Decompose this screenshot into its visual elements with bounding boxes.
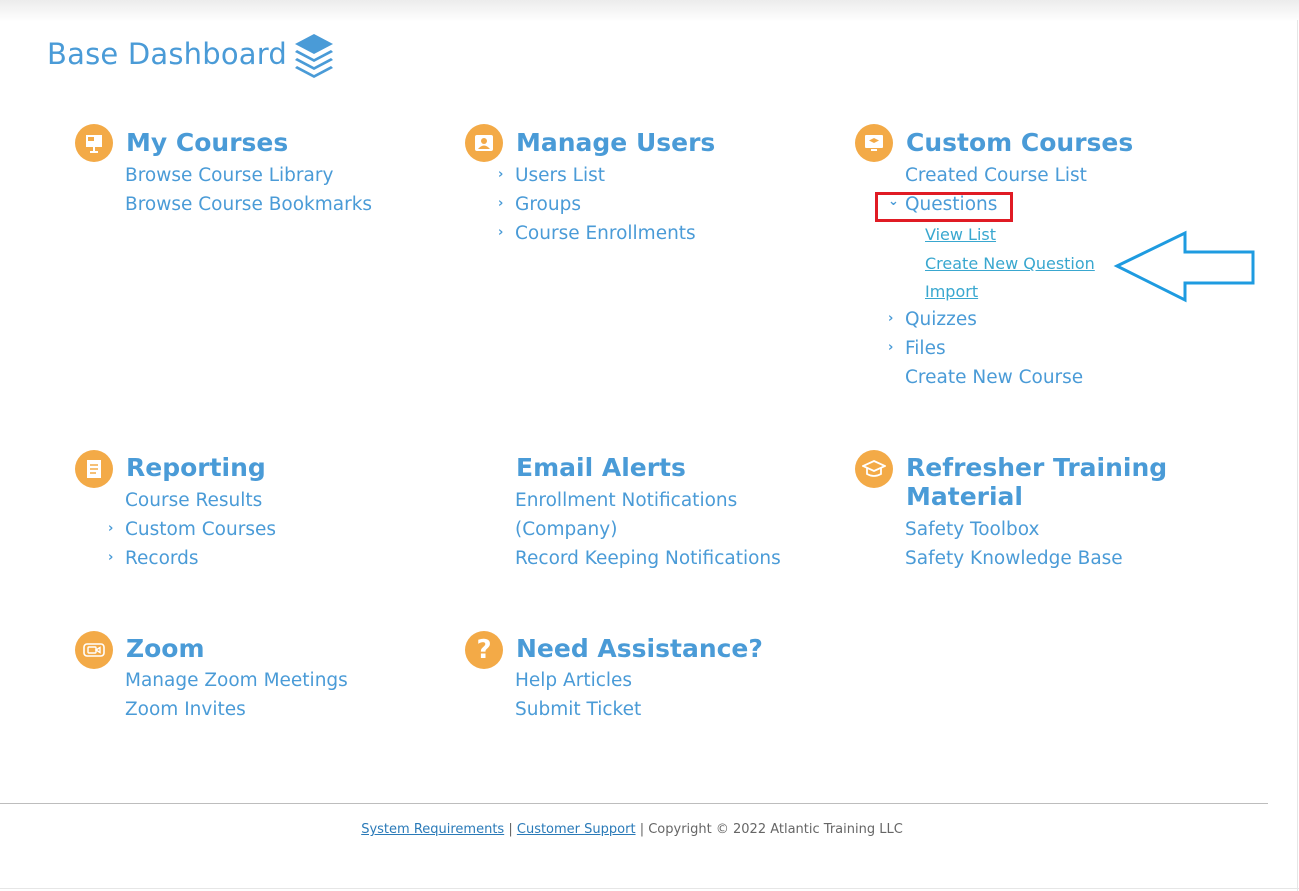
arrow-left-icon — [1113, 230, 1255, 303]
my-courses-title[interactable]: My Courses — [126, 128, 288, 157]
enrollment-notifications-link-cont[interactable]: (Company) — [515, 515, 617, 544]
refresher-title-line1[interactable]: Refresher Training — [906, 453, 1167, 482]
safety-toolbox-link[interactable]: Safety Toolbox — [905, 515, 1039, 544]
need-assistance-title[interactable]: Need Assistance? — [516, 634, 763, 663]
custom-courses-title[interactable]: Custom Courses — [906, 128, 1133, 157]
submit-ticket-link[interactable]: Submit Ticket — [515, 695, 641, 724]
create-new-course-link[interactable]: Create New Course — [905, 363, 1083, 392]
questions-link[interactable]: Questions — [905, 190, 997, 219]
chevron-right-icon[interactable]: › — [108, 521, 113, 536]
chevron-right-icon[interactable]: › — [108, 550, 113, 565]
chevron-right-icon[interactable]: › — [888, 340, 893, 355]
browse-course-bookmarks-link[interactable]: Browse Course Bookmarks — [125, 190, 372, 219]
created-course-list-link[interactable]: Created Course List — [905, 161, 1087, 190]
records-link[interactable]: Records — [125, 544, 199, 573]
course-enrollments-link[interactable]: Course Enrollments — [515, 219, 696, 248]
video-camera-icon — [75, 631, 113, 669]
view-list-link[interactable]: View List — [925, 220, 996, 249]
copyright-text: Copyright © 2022 Atlantic Training LLC — [648, 822, 903, 837]
footer-separator: | — [639, 822, 645, 837]
create-new-question-link[interactable]: Create New Question — [925, 249, 1095, 278]
graduation-cap-icon — [855, 450, 893, 488]
customer-support-link[interactable]: Customer Support — [517, 822, 636, 837]
chevron-down-icon[interactable]: ⌄ — [888, 194, 899, 209]
import-link[interactable]: Import — [925, 277, 978, 306]
record-keeping-notifications-link[interactable]: Record Keeping Notifications — [515, 544, 781, 573]
zoom-title[interactable]: Zoom — [126, 634, 205, 663]
report-document-icon — [75, 450, 113, 488]
footer-divider — [0, 803, 1268, 804]
user-card-icon — [465, 124, 503, 162]
chevron-right-icon[interactable]: › — [498, 225, 503, 240]
chevron-right-icon[interactable]: › — [888, 311, 893, 326]
footer-separator: | — [508, 822, 513, 837]
email-alerts-title[interactable]: Email Alerts — [516, 453, 686, 482]
monitor-graduation-icon — [855, 124, 893, 162]
presentation-icon — [75, 124, 113, 162]
layers-icon — [294, 34, 333, 78]
quizzes-link[interactable]: Quizzes — [905, 305, 977, 334]
reporting-title[interactable]: Reporting — [126, 453, 266, 482]
page-border-bottom — [0, 888, 1299, 889]
chevron-right-icon[interactable]: › — [498, 167, 503, 182]
top-shadow — [0, 0, 1299, 22]
refresher-title-line2[interactable]: Material — [906, 482, 1023, 511]
page-title: Base Dashboard — [47, 37, 287, 71]
users-list-link[interactable]: Users List — [515, 161, 605, 190]
files-link[interactable]: Files — [905, 334, 946, 363]
manage-zoom-meetings-link[interactable]: Manage Zoom Meetings — [125, 666, 348, 695]
browse-course-library-link[interactable]: Browse Course Library — [125, 161, 333, 190]
help-articles-link[interactable]: Help Articles — [515, 666, 632, 695]
manage-users-title[interactable]: Manage Users — [516, 128, 715, 157]
zoom-invites-link[interactable]: Zoom Invites — [125, 695, 246, 724]
reporting-custom-courses-link[interactable]: Custom Courses — [125, 515, 276, 544]
question-mark-icon: ? — [465, 631, 503, 669]
brand-header[interactable]: Base Dashboard — [47, 30, 335, 78]
enrollment-notifications-link[interactable]: Enrollment Notifications — [515, 486, 737, 515]
footer: System Requirements | Customer Support |… — [0, 822, 1264, 837]
groups-link[interactable]: Groups — [515, 190, 581, 219]
system-requirements-link[interactable]: System Requirements — [361, 822, 504, 837]
chevron-right-icon[interactable]: › — [498, 196, 503, 211]
page-border-right — [1297, 20, 1298, 891]
safety-knowledge-base-link[interactable]: Safety Knowledge Base — [905, 544, 1123, 573]
course-results-link[interactable]: Course Results — [125, 486, 262, 515]
